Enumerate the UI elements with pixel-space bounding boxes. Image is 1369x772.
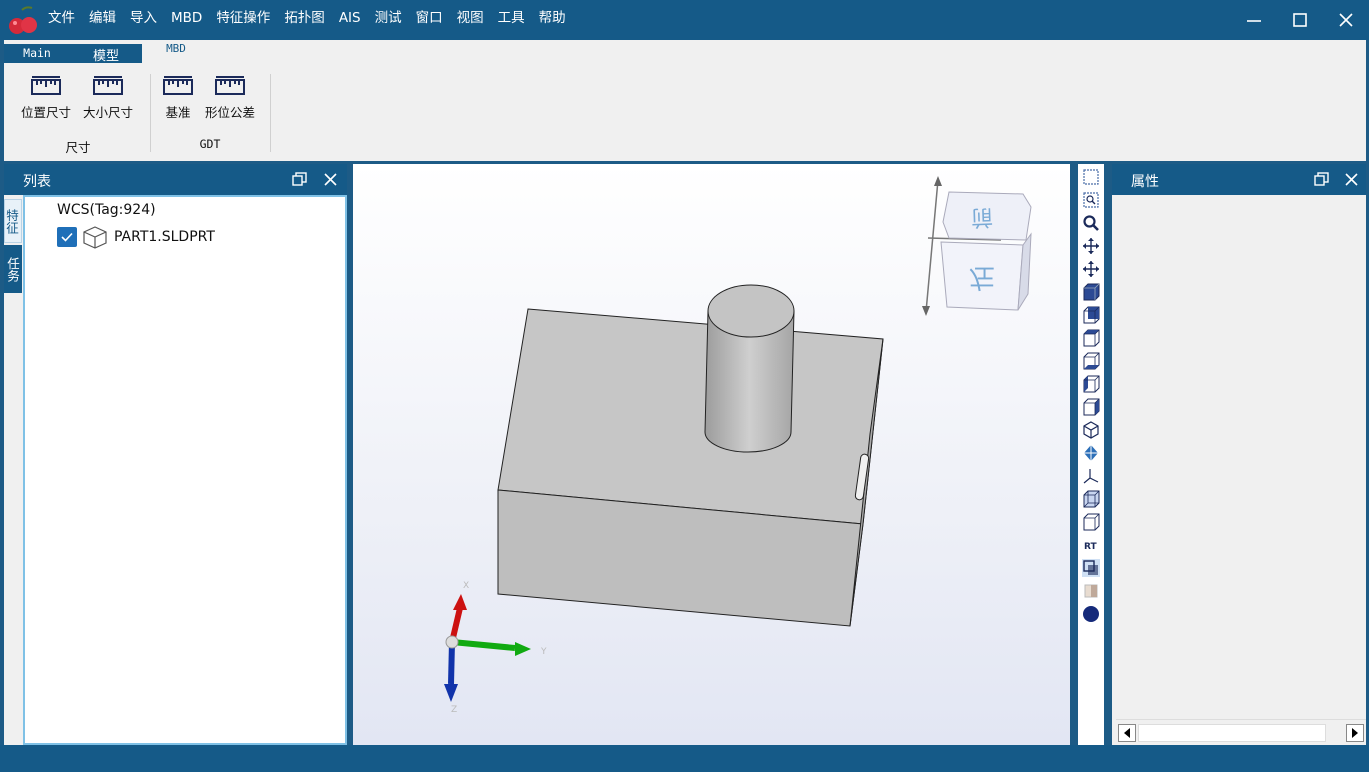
color-icon[interactable] [1082, 605, 1100, 623]
menu-ais[interactable]: AIS [335, 9, 365, 27]
horizontal-scrollbar[interactable] [1116, 719, 1366, 745]
view-bottom-icon[interactable] [1082, 352, 1100, 370]
side-tab-features[interactable]: 特征 [4, 199, 22, 243]
menu-help[interactable]: 帮助 [535, 9, 570, 27]
axis-triad: X Y Z [444, 581, 547, 714]
check-icon [61, 232, 73, 242]
status-bar [0, 745, 1369, 772]
menu-test[interactable]: 测试 [371, 9, 406, 27]
axis-toggle-icon[interactable] [1082, 467, 1100, 485]
ribbon: Main 模型 MBD 位置尺寸 大小尺寸 基准 形位公差 尺寸 GDT [4, 40, 1366, 161]
scroll-track[interactable] [1138, 724, 1326, 742]
tree-root-wcs[interactable]: WCS(Tag:924) [57, 202, 156, 218]
position-dimension-label: 位置尺寸 [20, 105, 71, 120]
position-dimension-button[interactable]: 位置尺寸 [20, 76, 72, 121]
axis-y-label: Y [540, 647, 547, 657]
view-iso-icon[interactable] [1082, 421, 1100, 439]
zoom-window-icon[interactable] [1082, 191, 1100, 209]
menu-import[interactable]: 导入 [126, 9, 161, 27]
close-window-button[interactable] [1323, 0, 1369, 40]
properties-panel-header: 属性 [1112, 164, 1366, 195]
group-label-dimension: 尺寸 [65, 140, 91, 155]
group-separator [270, 74, 271, 152]
view-axo-icon[interactable] [1082, 444, 1100, 462]
view-toolbar: RT [1078, 164, 1104, 745]
model-tree: WCS(Tag:924) PART1.SLDPRT [23, 195, 347, 745]
size-dimension-label: 大小尺寸 [82, 105, 133, 120]
maximize-icon [1293, 13, 1307, 27]
fit-all-icon[interactable] [1082, 168, 1100, 186]
view-front-icon[interactable] [1082, 283, 1100, 301]
background-icon[interactable] [1082, 582, 1100, 600]
list-panel: 列表 特征 任务 WCS(Tag:924) PART1.SLDPRT [4, 164, 347, 745]
datum-label: 基准 [165, 105, 191, 120]
close-panel-icon[interactable] [323, 172, 338, 187]
axis-x-label: X [463, 581, 469, 591]
menu-view[interactable]: 视图 [453, 9, 488, 27]
size-dimension-button[interactable]: 大小尺寸 [82, 76, 134, 121]
menu-tools[interactable]: 工具 [494, 9, 529, 27]
view-left-icon[interactable] [1082, 375, 1100, 393]
minimize-button[interactable] [1231, 0, 1277, 40]
gdt-tolerance-button[interactable]: 形位公差 [203, 76, 257, 121]
3d-viewport[interactable]: 前 左 X Y Z [353, 164, 1070, 745]
scroll-left-button[interactable] [1118, 724, 1136, 742]
restore-panel-icon[interactable] [292, 172, 307, 187]
chevron-left-icon [1124, 728, 1130, 738]
close-icon [1339, 13, 1353, 27]
ruler-icon [215, 76, 245, 95]
tab-mbd[interactable]: MBD [142, 40, 210, 59]
menu-mbd[interactable]: MBD [167, 9, 206, 27]
scroll-right-button[interactable] [1346, 724, 1364, 742]
ruler-icon [93, 76, 123, 95]
ruler-icon [31, 76, 61, 95]
selection-mode-icon[interactable] [1082, 559, 1100, 577]
view-top-icon[interactable] [1082, 329, 1100, 347]
part-cube-icon [83, 226, 107, 249]
menu-feature-ops[interactable]: 特征操作 [212, 9, 274, 27]
list-panel-header: 列表 [4, 164, 347, 195]
restore-panel-icon[interactable] [1314, 172, 1329, 187]
tab-main[interactable]: Main [4, 44, 70, 63]
group-label-gdt: GDT [199, 137, 221, 151]
view-right-icon[interactable] [1082, 398, 1100, 416]
zoom-icon[interactable] [1082, 214, 1100, 232]
part-label: PART1.SLDPRT [114, 229, 215, 245]
gdt-tolerance-label: 形位公差 [204, 105, 255, 120]
menu-file[interactable]: 文件 [44, 9, 79, 27]
rotate-icon[interactable] [1082, 260, 1100, 278]
raytrace-toggle[interactable]: RT [1082, 536, 1100, 554]
minimize-icon [1247, 20, 1261, 22]
tab-model[interactable]: 模型 [70, 44, 142, 64]
view-back-icon[interactable] [1082, 306, 1100, 324]
tree-item-part[interactable]: PART1.SLDPRT [57, 225, 215, 249]
chevron-right-icon [1352, 728, 1358, 738]
menu-bar: 文件 编辑 导入 MBD 特征操作 拓扑图 AIS 测试 窗口 视图 工具 帮助 [44, 9, 576, 27]
axis-z-label: Z [451, 705, 457, 714]
menu-window[interactable]: 窗口 [412, 9, 447, 27]
list-panel-title: 列表 [23, 174, 51, 190]
properties-panel-title: 属性 [1131, 174, 1159, 190]
view-cube-front-label: 左 [969, 262, 995, 292]
view-cube[interactable]: 前 左 [913, 172, 1053, 332]
app-logo-icon [9, 6, 37, 34]
view-cube-top-label: 前 [971, 204, 994, 230]
part-visibility-checkbox[interactable] [57, 227, 77, 247]
shaded-icon[interactable] [1082, 513, 1100, 531]
svg-text:RT: RT [1084, 542, 1098, 552]
maximize-button[interactable] [1277, 0, 1323, 40]
group-separator [150, 74, 151, 152]
wireframe-icon[interactable] [1082, 490, 1100, 508]
side-tab-tasks[interactable]: 任务 [4, 245, 22, 293]
datum-button[interactable]: 基准 [162, 76, 194, 121]
menu-edit[interactable]: 编辑 [85, 9, 120, 27]
title-bar: 文件 编辑 导入 MBD 特征操作 拓扑图 AIS 测试 窗口 视图 工具 帮助 [0, 0, 1369, 40]
menu-topology[interactable]: 拓扑图 [280, 9, 329, 27]
properties-panel: 属性 [1112, 164, 1366, 745]
window-controls [1231, 0, 1369, 40]
close-panel-icon[interactable] [1344, 172, 1359, 187]
side-tabs: 特征 任务 [4, 195, 22, 745]
ruler-icon [163, 76, 193, 95]
pan-icon[interactable] [1082, 237, 1100, 255]
